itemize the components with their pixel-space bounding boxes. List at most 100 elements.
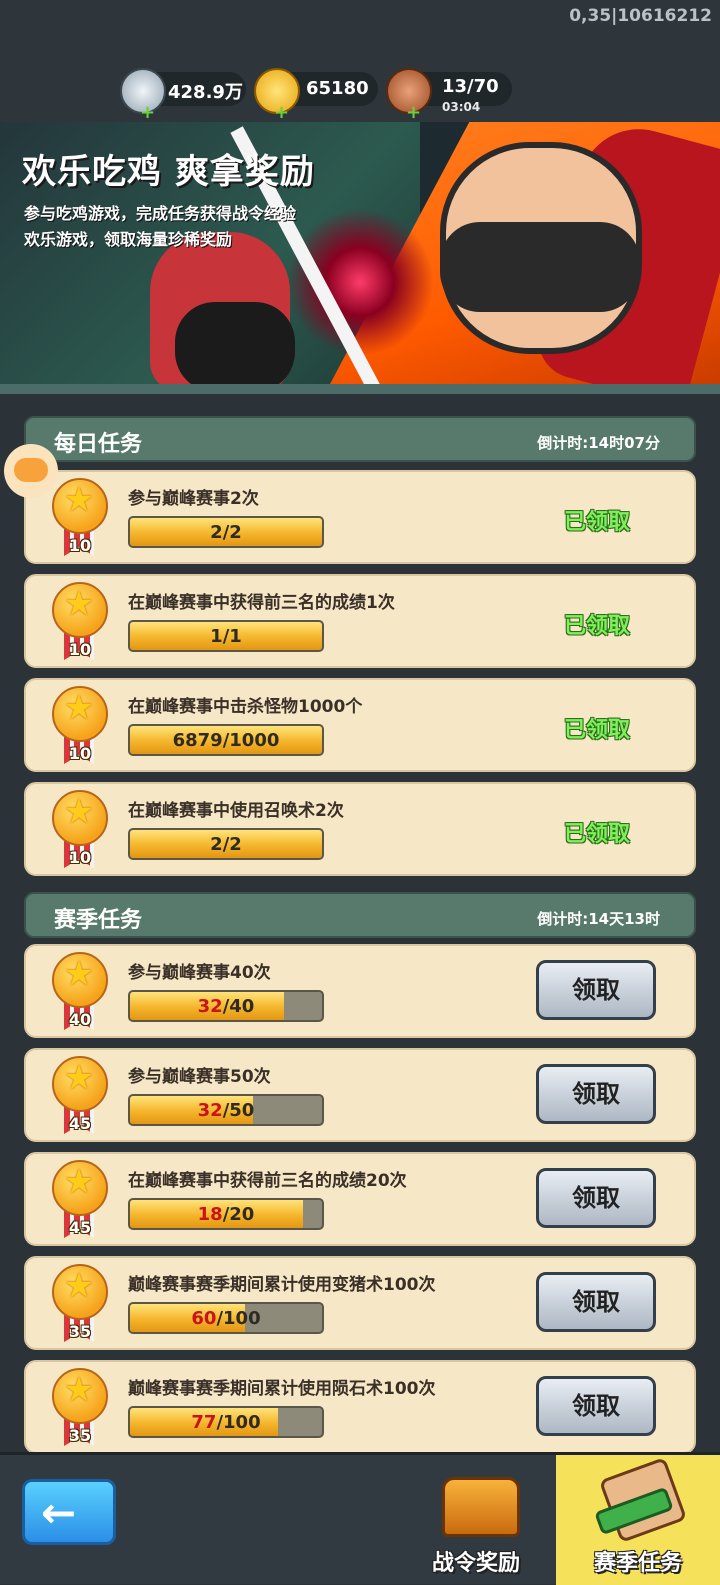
star-icon: ★ (63, 688, 95, 728)
task-xp: 45 (68, 1114, 92, 1133)
progress-current: 2 (210, 522, 223, 543)
task-description: 在巅峰赛事中使用召唤术2次 (128, 801, 344, 821)
add-silver-icon[interactable]: + (140, 102, 155, 123)
daily-tasks-header: 每日任务 倒计时:14时07分 (24, 416, 696, 462)
task-xp: 40 (68, 1010, 92, 1029)
star-icon: ★ (63, 480, 95, 520)
progress-current: 2 (210, 834, 223, 855)
task-xp: 45 (68, 1218, 92, 1237)
claim-button[interactable]: 领取 (536, 1168, 656, 1228)
progress-total: 40 (229, 996, 255, 1017)
task-xp: 10 (68, 744, 92, 763)
progress-current: 60 (191, 1308, 217, 1329)
gamepad-icon (14, 458, 48, 482)
claim-button[interactable]: 领取 (536, 1272, 656, 1332)
claim-button[interactable]: 领取 (536, 1376, 656, 1436)
claimed-status: 已领取 (564, 822, 631, 847)
daily-tasks-title: 每日任务 (54, 432, 143, 457)
star-icon: ★ (63, 792, 95, 832)
task-description: 参与巅峰赛事50次 (128, 1067, 271, 1087)
progress-total: 50 (229, 1100, 255, 1121)
progress-total: 1000 (229, 730, 280, 751)
stamina-resource[interactable]: 13/70 03:04 + (386, 68, 512, 123)
banner-title: 欢乐吃鸡 爽拿奖励 (22, 152, 315, 192)
task-progress-bar: 32/40 (128, 990, 324, 1022)
back-button[interactable]: ← (22, 1479, 116, 1545)
task-card: ★ 40 参与巅峰赛事40次 32/40 领取 (24, 944, 696, 1038)
gold-resource[interactable]: 65180 + (254, 68, 378, 123)
progress-current: 32 (197, 1100, 223, 1121)
top-bar: 0,35|10616212 428.9万 + 65180 + 13/70 03:… (0, 0, 720, 123)
task-progress-bar: 60/100 (128, 1302, 324, 1334)
medal-icon: ★ 40 (52, 952, 108, 1032)
progress-total: 100 (223, 1412, 261, 1433)
claimed-status: 已领取 (564, 718, 631, 743)
treasure-chest-icon (442, 1477, 520, 1537)
claim-button[interactable]: 领取 (536, 960, 656, 1020)
medal-icon: ★ 35 (52, 1368, 108, 1448)
progress-total: 100 (223, 1308, 261, 1329)
task-progress-bar: 6879/1000 (128, 724, 324, 756)
task-xp: 35 (68, 1322, 92, 1341)
task-progress-bar: 32/50 (128, 1094, 324, 1126)
add-stamina-icon[interactable]: + (406, 102, 421, 123)
task-progress-bar: 2/2 (128, 828, 324, 860)
bottom-bar: ← 战令奖励 赛季任务 (0, 1452, 720, 1585)
progress-total: 2 (229, 834, 242, 855)
tab-season-tasks-label: 赛季任务 (593, 1551, 682, 1576)
task-progress-bar: 18/20 (128, 1198, 324, 1230)
task-description: 在巅峰赛事中获得前三名的成绩20次 (128, 1171, 407, 1191)
silver-value: 428.9万 (168, 82, 243, 103)
task-description: 巅峰赛事赛季期间累计使用变猪术100次 (128, 1275, 436, 1295)
claim-button[interactable]: 领取 (536, 1064, 656, 1124)
task-progress-bar: 2/2 (128, 516, 324, 548)
task-card: ★ 10 在巅峰赛事中使用召唤术2次 2/2 已领取 (24, 782, 696, 876)
task-description: 参与巅峰赛事40次 (128, 963, 271, 983)
star-icon: ★ (63, 1266, 95, 1306)
progress-total: 20 (229, 1204, 255, 1225)
tab-pass-rewards[interactable]: 战令奖励 (396, 1455, 556, 1585)
back-arrow-icon: ← (41, 1488, 77, 1537)
season-tasks-header: 赛季任务 倒计时:14天13时 (24, 892, 696, 938)
divider (0, 384, 720, 394)
progress-current: 32 (197, 996, 223, 1017)
task-xp: 10 (68, 848, 92, 867)
star-icon: ★ (63, 1162, 95, 1202)
task-xp: 10 (68, 640, 92, 659)
medal-icon: ★ 10 (52, 790, 108, 870)
progress-current: 18 (197, 1204, 223, 1225)
season-countdown: 倒计时:14天13时 (537, 910, 660, 928)
stamina-timer: 03:04 (442, 100, 481, 114)
progress-total: 2 (229, 522, 242, 543)
claimed-status: 已领取 (564, 510, 631, 535)
task-card: ★ 35 巅峰赛事赛季期间累计使用变猪术100次 60/100 领取 (24, 1256, 696, 1350)
add-gold-icon[interactable]: + (274, 102, 289, 123)
medal-icon: ★ 35 (52, 1264, 108, 1344)
daily-countdown: 倒计时:14时07分 (537, 434, 660, 452)
task-description: 在巅峰赛事中获得前三名的成绩1次 (128, 593, 395, 613)
event-banner: 欢乐吃鸡 爽拿奖励 参与吃鸡游戏，完成任务获得战令经验 欢乐游戏，领取海量珍稀奖… (0, 122, 720, 384)
task-card: ★ 10 参与巅峰赛事2次 2/2 已领取 (24, 470, 696, 564)
tab-pass-rewards-label: 战令奖励 (431, 1551, 520, 1576)
medal-icon: ★ 10 (52, 686, 108, 766)
star-icon: ★ (63, 954, 95, 994)
task-description: 巅峰赛事赛季期间累计使用陨石术100次 (128, 1379, 436, 1399)
silver-resource[interactable]: 428.9万 + (120, 68, 246, 123)
medal-icon: ★ 10 (52, 478, 108, 558)
banner-subtitle-1: 参与吃鸡游戏，完成任务获得战令经验 (24, 204, 297, 223)
version-label: 0,35|10616212 (569, 6, 712, 26)
tab-season-tasks[interactable]: 赛季任务 (556, 1455, 720, 1585)
task-xp: 35 (68, 1426, 92, 1445)
medal-icon: ★ 45 (52, 1056, 108, 1136)
season-tasks-title: 赛季任务 (54, 908, 143, 933)
task-description: 参与巅峰赛事2次 (128, 489, 259, 509)
stamina-value: 13/70 (442, 76, 499, 97)
banner-subtitle-2: 欢乐游戏，领取海量珍稀奖励 (24, 230, 233, 249)
task-card: ★ 10 在巅峰赛事中获得前三名的成绩1次 1/1 已领取 (24, 574, 696, 668)
medal-icon: ★ 10 (52, 582, 108, 662)
progress-current: 1 (210, 626, 223, 647)
task-description: 在巅峰赛事中击杀怪物1000个 (128, 697, 363, 717)
star-icon: ★ (63, 1370, 95, 1410)
claimed-status: 已领取 (564, 614, 631, 639)
gamepad-float-button[interactable] (4, 444, 58, 498)
